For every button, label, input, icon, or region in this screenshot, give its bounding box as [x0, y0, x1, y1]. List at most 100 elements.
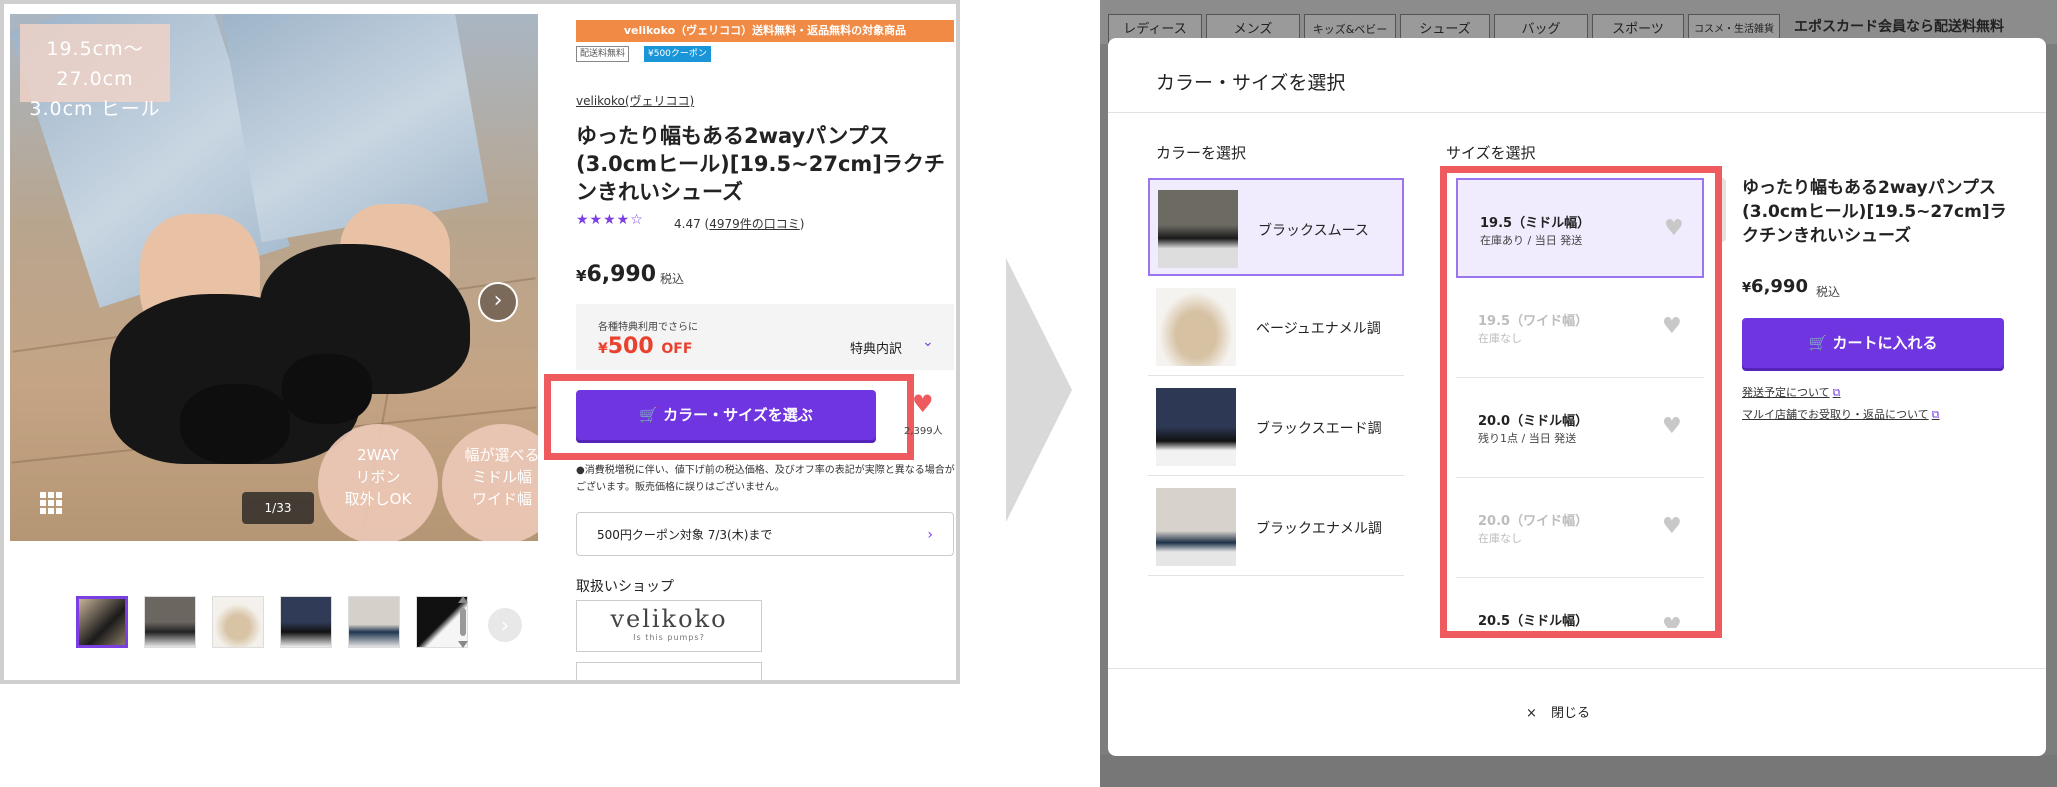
rating-stars-icon: ★★★★☆	[576, 212, 644, 228]
add-to-cart-button[interactable]: 🛒 カートに入れる	[1742, 318, 2004, 368]
heel-height-badge: 19.5cm〜27.0cm 3.0cm ヒール	[20, 24, 170, 120]
badge-line: 幅が選べる	[464, 446, 538, 464]
next-photo-button[interactable]: ›	[478, 282, 518, 322]
shop-logo-link[interactable]: velikoko Is this pumps?	[576, 600, 762, 652]
price-value: 6,990	[586, 262, 657, 287]
coupon-tag: ¥500クーポン	[644, 46, 711, 62]
badge-line: ワイド幅	[471, 490, 532, 508]
arrow-right-icon	[1006, 258, 1072, 522]
coupon-row[interactable]: 500円クーポン対象 7/3(木)まで ›	[576, 512, 954, 556]
divider	[1108, 112, 2046, 113]
photo-counter: 1/33	[242, 492, 314, 524]
badge-line: 2WAY	[357, 446, 399, 464]
thumbnail[interactable]	[212, 596, 264, 648]
discount-box[interactable]: 各種特典利用でさらに ¥500 OFF 特典内訳 ⌄	[576, 304, 954, 370]
badge-line: リボン	[355, 468, 401, 486]
color-option[interactable]: ベージュエナメル調	[1148, 278, 1404, 376]
chevron-right-icon: ›	[501, 613, 509, 637]
epos-promo-text: エポスカード会員なら配送料無料	[1794, 19, 2004, 35]
coupon-text: 500円クーポン対象 7/3(木)まで	[597, 528, 773, 542]
modal-price: ¥6,990	[1742, 276, 1808, 297]
color-option[interactable]: ブラックエナメル調	[1148, 478, 1404, 576]
color-swatch-image	[1156, 288, 1236, 366]
color-option[interactable]: ブラックスエード調	[1148, 378, 1404, 476]
rating-summary: 4.47 (4979件の口コミ)	[674, 215, 804, 232]
color-swatch-image	[1156, 388, 1236, 466]
modal-title: カラー・サイズを選択	[1156, 72, 1346, 94]
modal-screenshot: レディース メンズ キッズ&ベビー シューズ バッグ スポーツ コスメ・生活雑貨…	[1100, 0, 2057, 787]
shop-logo-link-2[interactable]	[576, 662, 762, 680]
width-choice-badge: 幅が選べる ミドル幅 ワイド幅	[442, 424, 538, 541]
free-shipping-tag: 配送料無料	[576, 46, 630, 62]
size-heading: サイズを選択	[1446, 144, 1536, 162]
product-main-photo[interactable]: 19.5cm〜27.0cm 3.0cm ヒール 2WAY リボン 取外しOK 幅…	[10, 14, 538, 541]
discount-value: 500	[607, 334, 654, 359]
discount-amount: ¥500 OFF	[598, 334, 692, 359]
tax-label: 税込	[660, 272, 685, 286]
shoe-bow	[180, 384, 290, 464]
external-link-icon: ⧉	[1832, 386, 1841, 399]
color-label: ブラックスムース	[1258, 223, 1369, 239]
color-swatch-image	[1158, 190, 1238, 268]
highlight-frame	[1440, 166, 1722, 638]
color-option[interactable]: ブラックスムース	[1148, 178, 1404, 276]
color-label: ブラックスエード調	[1256, 421, 1382, 437]
color-size-modal: カラー・サイズを選択 カラーを選択 サイズを選択 ブラックスムース ベージュエナ…	[1108, 38, 2046, 756]
review-count-link[interactable]: 4979件の口コミ	[709, 217, 800, 231]
price-value: 6,990	[1751, 276, 1808, 297]
rating-paren: (	[700, 217, 710, 231]
store-pickup-link[interactable]: マルイ店舗でお受取り・返品について ⧉	[1742, 406, 1940, 422]
thumbnail[interactable]	[76, 596, 128, 648]
size-range-text: 19.5cm〜27.0cm	[46, 38, 144, 90]
off-label: OFF	[661, 341, 693, 357]
badge-line: 取外しOK	[344, 490, 412, 508]
yen-symbol: ¥	[1742, 281, 1752, 296]
link-text: マルイ店舗でお受取り・返品について	[1742, 408, 1929, 421]
close-icon: ×	[1526, 706, 1537, 721]
close-label: 閉じる	[1551, 706, 1591, 721]
color-swatch-image	[1156, 488, 1236, 566]
color-heading: カラーを選択	[1156, 144, 1247, 162]
shop-heading: 取扱いショップ	[576, 579, 674, 595]
jeans-leg	[221, 14, 489, 243]
free-shipping-banner: velikoko（ヴェリココ）送料無料・返品無料の対象商品	[576, 20, 954, 42]
link-text: 発送予定について	[1742, 386, 1830, 399]
shop-logo-text: velikoko	[610, 605, 728, 633]
rating-value: 4.47	[674, 217, 701, 231]
heart-icon[interactable]: ♥	[912, 390, 934, 418]
chevron-right-icon: ›	[927, 527, 933, 543]
heel-height-text: 3.0cm ヒール	[29, 98, 161, 120]
thumbnail[interactable]	[144, 596, 196, 648]
shoe-bow	[282, 354, 372, 424]
product-price: ¥6,990	[576, 262, 656, 287]
tax-label: 税込	[1816, 285, 1841, 299]
external-link-icon: ⧉	[1931, 408, 1940, 421]
discount-detail-label[interactable]: 特典内訳	[850, 338, 902, 357]
background-page	[1100, 755, 2057, 787]
chevron-down-icon[interactable]: ⌄	[922, 334, 934, 350]
chevron-right-icon: ›	[493, 288, 503, 313]
divider	[1108, 668, 2046, 669]
yen-symbol: ¥	[598, 341, 608, 357]
shop-logo-tagline: Is this pumps?	[633, 633, 705, 642]
tax-notice: ●消費税増税に伴い、値下げ前の税込価格、及びオフ率の表記が実際と異なる場合がござ…	[576, 465, 955, 493]
thumbnail-scroll-handle[interactable]	[456, 596, 470, 648]
cart-icon: 🛒	[1808, 334, 1828, 352]
color-label: ブラックエナメル調	[1256, 521, 1382, 537]
thumbnail-next-button[interactable]: ›	[488, 608, 522, 642]
yen-symbol: ¥	[576, 267, 587, 285]
brand-link[interactable]: velikoko(ヴェリココ)	[576, 92, 694, 109]
two-way-badge: 2WAY リボン 取外しOK	[318, 424, 438, 541]
favorite-count: 2,399人	[904, 426, 943, 437]
product-page-screenshot: 19.5cm〜27.0cm 3.0cm ヒール 2WAY リボン 取外しOK 幅…	[0, 0, 960, 684]
highlight-frame	[544, 374, 914, 460]
grid-icon[interactable]	[40, 492, 64, 516]
thumbnail[interactable]	[348, 596, 400, 648]
cart-button-label: カートに入れる	[1832, 334, 1938, 352]
close-button[interactable]: × 閉じる	[1526, 702, 1590, 721]
thumbnail[interactable]	[280, 596, 332, 648]
discount-caption: 各種特典利用でさらに	[598, 322, 698, 333]
modal-product-title: ゆったり幅もある2wayパンプス(3.0cmヒール)[19.5~27cm]ラクチ…	[1742, 178, 2007, 246]
shipping-schedule-link[interactable]: 発送予定について ⧉	[1742, 384, 1841, 400]
color-label: ベージュエナメル調	[1256, 321, 1381, 337]
